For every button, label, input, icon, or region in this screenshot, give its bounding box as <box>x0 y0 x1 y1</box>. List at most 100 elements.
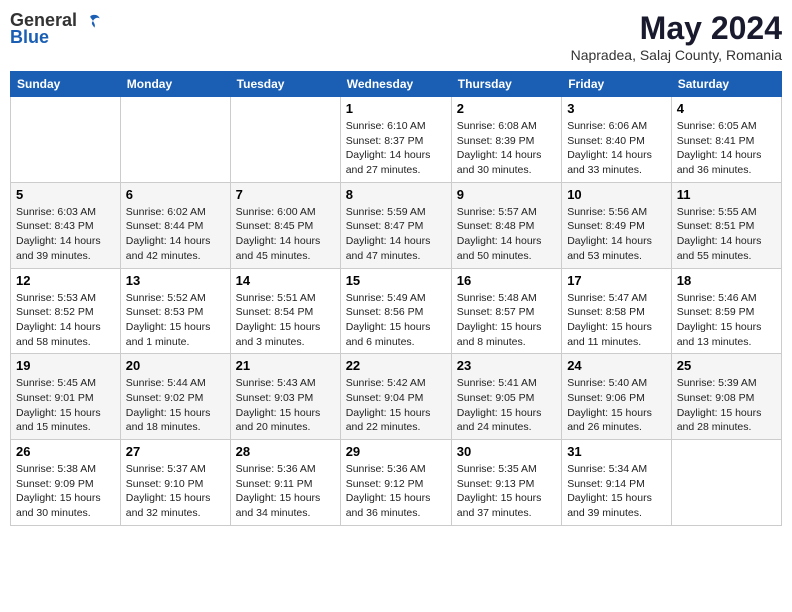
day-number: 16 <box>457 273 556 288</box>
day-cell: 19 Sunrise: 5:45 AMSunset: 9:01 PMDayligh… <box>11 354 121 440</box>
day-number: 11 <box>677 187 776 202</box>
day-number: 10 <box>567 187 666 202</box>
day-number: 21 <box>236 358 335 373</box>
location: Napradea, Salaj County, Romania <box>571 47 782 63</box>
day-info: Sunrise: 5:35 AMSunset: 9:13 PMDaylight:… <box>457 462 556 521</box>
day-info: Sunrise: 5:36 AMSunset: 9:11 PMDaylight:… <box>236 462 335 521</box>
day-number: 30 <box>457 444 556 459</box>
day-info: Sunrise: 5:57 AMSunset: 8:48 PMDaylight:… <box>457 205 556 264</box>
day-cell: 15 Sunrise: 5:49 AMSunset: 8:56 PMDayligh… <box>340 268 451 354</box>
header-saturday: Saturday <box>671 72 781 97</box>
page-header: General Blue May 2024 Napradea, Salaj Co… <box>10 10 782 63</box>
day-number: 31 <box>567 444 666 459</box>
week-row-1: 5 Sunrise: 6:03 AMSunset: 8:43 PMDaylight… <box>11 182 782 268</box>
day-cell: 21 Sunrise: 5:43 AMSunset: 9:03 PMDayligh… <box>230 354 340 440</box>
day-cell <box>11 97 121 183</box>
logo: General Blue <box>10 10 101 48</box>
day-number: 22 <box>346 358 446 373</box>
day-cell: 29 Sunrise: 5:36 AMSunset: 9:12 PMDayligh… <box>340 440 451 526</box>
day-cell <box>120 97 230 183</box>
day-number: 6 <box>126 187 225 202</box>
day-number: 13 <box>126 273 225 288</box>
day-number: 20 <box>126 358 225 373</box>
header-tuesday: Tuesday <box>230 72 340 97</box>
week-row-4: 26Sunrise: 5:38 AMSunset: 9:09 PMDayligh… <box>11 440 782 526</box>
day-info: Sunrise: 5:42 AMSunset: 9:04 PMDaylight:… <box>346 376 446 435</box>
day-cell: 23 Sunrise: 5:41 AMSunset: 9:05 PMDayligh… <box>451 354 561 440</box>
day-number: 4 <box>677 101 776 116</box>
day-info: Sunrise: 6:06 AMSunset: 8:40 PMDaylight:… <box>567 119 666 178</box>
day-cell: 3 Sunrise: 6:06 AMSunset: 8:40 PMDaylight… <box>562 97 672 183</box>
day-number: 1 <box>346 101 446 116</box>
header-monday: Monday <box>120 72 230 97</box>
logo-blue: Blue <box>10 27 49 48</box>
header-friday: Friday <box>562 72 672 97</box>
day-cell <box>230 97 340 183</box>
day-info: Sunrise: 6:00 AMSunset: 8:45 PMDaylight:… <box>236 205 335 264</box>
day-cell: 20Sunrise: 5:44 AMSunset: 9:02 PMDayligh… <box>120 354 230 440</box>
day-number: 3 <box>567 101 666 116</box>
day-info: Sunrise: 6:08 AMSunset: 8:39 PMDaylight:… <box>457 119 556 178</box>
day-cell: 25 Sunrise: 5:39 AMSunset: 9:08 PMDayligh… <box>671 354 781 440</box>
day-info: Sunrise: 5:56 AMSunset: 8:49 PMDaylight:… <box>567 205 666 264</box>
title-area: May 2024 Napradea, Salaj County, Romania <box>571 10 782 63</box>
day-number: 9 <box>457 187 556 202</box>
day-cell: 12Sunrise: 5:53 AMSunset: 8:52 PMDayligh… <box>11 268 121 354</box>
day-number: 2 <box>457 101 556 116</box>
day-info: Sunrise: 5:34 AMSunset: 9:14 PMDaylight:… <box>567 462 666 521</box>
day-number: 14 <box>236 273 335 288</box>
day-number: 18 <box>677 273 776 288</box>
day-info: Sunrise: 6:03 AMSunset: 8:43 PMDaylight:… <box>16 205 115 264</box>
day-cell: 5 Sunrise: 6:03 AMSunset: 8:43 PMDaylight… <box>11 182 121 268</box>
day-info: Sunrise: 5:59 AMSunset: 8:47 PMDaylight:… <box>346 205 446 264</box>
day-number: 23 <box>457 358 556 373</box>
day-cell <box>671 440 781 526</box>
day-cell: 13 Sunrise: 5:52 AMSunset: 8:53 PMDayligh… <box>120 268 230 354</box>
day-number: 25 <box>677 358 776 373</box>
day-info: Sunrise: 5:41 AMSunset: 9:05 PMDaylight:… <box>457 376 556 435</box>
day-info: Sunrise: 5:45 AMSunset: 9:01 PMDaylight:… <box>16 376 115 435</box>
day-cell: 7 Sunrise: 6:00 AMSunset: 8:45 PMDaylight… <box>230 182 340 268</box>
day-cell: 28 Sunrise: 5:36 AMSunset: 9:11 PMDayligh… <box>230 440 340 526</box>
day-info: Sunrise: 5:51 AMSunset: 8:54 PMDaylight:… <box>236 291 335 350</box>
day-cell: 8 Sunrise: 5:59 AMSunset: 8:47 PMDaylight… <box>340 182 451 268</box>
header-sunday: Sunday <box>11 72 121 97</box>
day-number: 19 <box>16 358 115 373</box>
day-cell: 22 Sunrise: 5:42 AMSunset: 9:04 PMDayligh… <box>340 354 451 440</box>
day-info: Sunrise: 5:47 AMSunset: 8:58 PMDaylight:… <box>567 291 666 350</box>
day-number: 5 <box>16 187 115 202</box>
day-info: Sunrise: 5:36 AMSunset: 9:12 PMDaylight:… <box>346 462 446 521</box>
day-number: 12 <box>16 273 115 288</box>
day-info: Sunrise: 6:05 AMSunset: 8:41 PMDaylight:… <box>677 119 776 178</box>
day-cell: 24Sunrise: 5:40 AMSunset: 9:06 PMDayligh… <box>562 354 672 440</box>
day-cell: 18 Sunrise: 5:46 AMSunset: 8:59 PMDayligh… <box>671 268 781 354</box>
day-cell: 30 Sunrise: 5:35 AMSunset: 9:13 PMDayligh… <box>451 440 561 526</box>
month-title: May 2024 <box>571 10 782 47</box>
day-number: 8 <box>346 187 446 202</box>
day-info: Sunrise: 5:48 AMSunset: 8:57 PMDaylight:… <box>457 291 556 350</box>
day-cell: 27Sunrise: 5:37 AMSunset: 9:10 PMDayligh… <box>120 440 230 526</box>
day-info: Sunrise: 5:55 AMSunset: 8:51 PMDaylight:… <box>677 205 776 264</box>
day-number: 7 <box>236 187 335 202</box>
day-info: Sunrise: 5:39 AMSunset: 9:08 PMDaylight:… <box>677 376 776 435</box>
day-cell: 26Sunrise: 5:38 AMSunset: 9:09 PMDayligh… <box>11 440 121 526</box>
day-info: Sunrise: 5:52 AMSunset: 8:53 PMDaylight:… <box>126 291 225 350</box>
day-number: 29 <box>346 444 446 459</box>
day-cell: 10 Sunrise: 5:56 AMSunset: 8:49 PMDayligh… <box>562 182 672 268</box>
day-cell: 17 Sunrise: 5:47 AMSunset: 8:58 PMDayligh… <box>562 268 672 354</box>
day-number: 28 <box>236 444 335 459</box>
day-cell: 16 Sunrise: 5:48 AMSunset: 8:57 PMDayligh… <box>451 268 561 354</box>
header-wednesday: Wednesday <box>340 72 451 97</box>
week-row-2: 12Sunrise: 5:53 AMSunset: 8:52 PMDayligh… <box>11 268 782 354</box>
day-number: 17 <box>567 273 666 288</box>
header-thursday: Thursday <box>451 72 561 97</box>
day-info: Sunrise: 5:43 AMSunset: 9:03 PMDaylight:… <box>236 376 335 435</box>
day-number: 15 <box>346 273 446 288</box>
day-info: Sunrise: 5:46 AMSunset: 8:59 PMDaylight:… <box>677 291 776 350</box>
day-info: Sunrise: 5:49 AMSunset: 8:56 PMDaylight:… <box>346 291 446 350</box>
day-cell: 2 Sunrise: 6:08 AMSunset: 8:39 PMDaylight… <box>451 97 561 183</box>
day-cell: 14 Sunrise: 5:51 AMSunset: 8:54 PMDayligh… <box>230 268 340 354</box>
header-row: SundayMondayTuesdayWednesdayThursdayFrid… <box>11 72 782 97</box>
day-number: 24 <box>567 358 666 373</box>
calendar-table: SundayMondayTuesdayWednesdayThursdayFrid… <box>10 71 782 526</box>
